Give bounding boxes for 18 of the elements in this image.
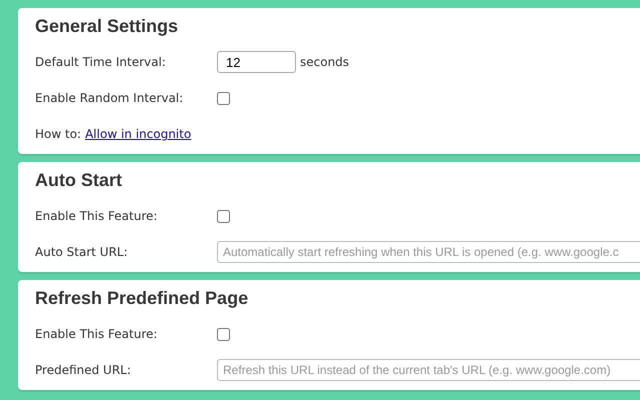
interval-field[interactable]: 12 (217, 51, 296, 73)
section-title: Auto Start (35, 169, 123, 192)
section-title: Refresh Predefined Page (35, 287, 250, 310)
field-label: Auto Start URL: (35, 244, 129, 261)
field-label: Enable This Feature: (35, 208, 158, 225)
field-label: How to: (35, 126, 82, 143)
incognito-link[interactable]: Allow in incognito (85, 125, 192, 143)
section-title: General Settings (35, 15, 180, 38)
checkbox[interactable] (217, 92, 230, 104)
field-label: Enable Random Interval: (35, 90, 184, 107)
checkbox[interactable] (217, 210, 230, 222)
field-label: Enable This Feature: (35, 326, 158, 343)
field-label: Default Time Interval: (35, 54, 167, 71)
field-label: Predefined URL: (35, 362, 132, 379)
unit-label: seconds (300, 54, 350, 71)
checkbox[interactable] (217, 328, 230, 340)
url-field[interactable]: Refresh this URL instead of the current tab's URL (e.g. www.google.com) (217, 359, 640, 381)
url-field[interactable]: Automatically start refreshing when this URL is opened (e.g. www.google.c (217, 241, 640, 263)
